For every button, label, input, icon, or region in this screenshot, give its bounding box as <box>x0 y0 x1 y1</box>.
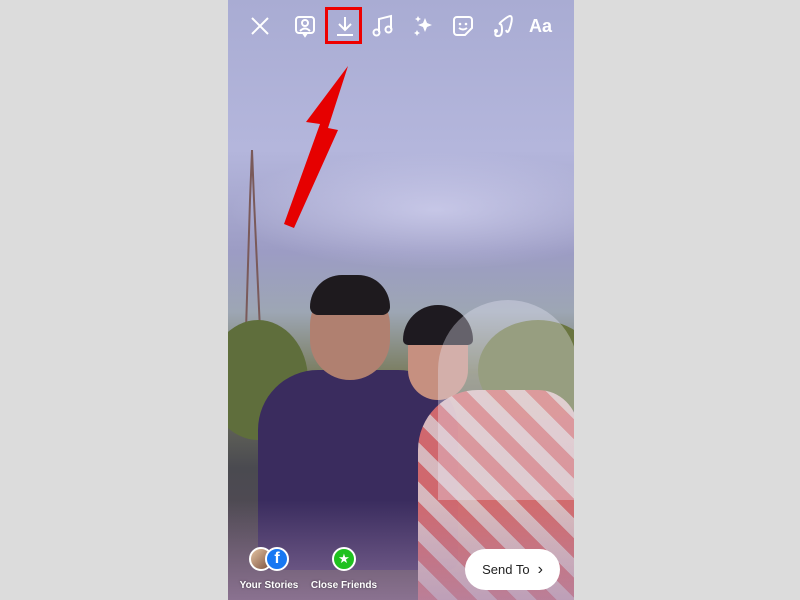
red-arrow <box>284 66 348 228</box>
music-icon[interactable] <box>369 12 397 40</box>
sticker-icon[interactable] <box>449 12 477 40</box>
sparkles-icon[interactable] <box>410 12 438 40</box>
chevron-right-icon: › <box>537 560 543 578</box>
download-highlight-box <box>325 7 362 44</box>
facebook-icon: f <box>265 547 289 571</box>
story-editor: Aa f Your Stories ★ Close Friends Send T… <box>228 0 574 600</box>
profile-card-icon[interactable] <box>291 12 319 40</box>
star-icon: ★ <box>332 547 356 571</box>
send-to-label: Send To <box>482 562 530 577</box>
your-stories-label: Your Stories <box>239 580 299 591</box>
text-icon[interactable]: Aa <box>529 12 557 40</box>
close-friends-label: Close Friends <box>310 580 378 591</box>
draw-icon[interactable] <box>489 12 517 40</box>
close-icon[interactable] <box>246 12 274 40</box>
send-to-button[interactable]: Send To › <box>465 549 560 590</box>
